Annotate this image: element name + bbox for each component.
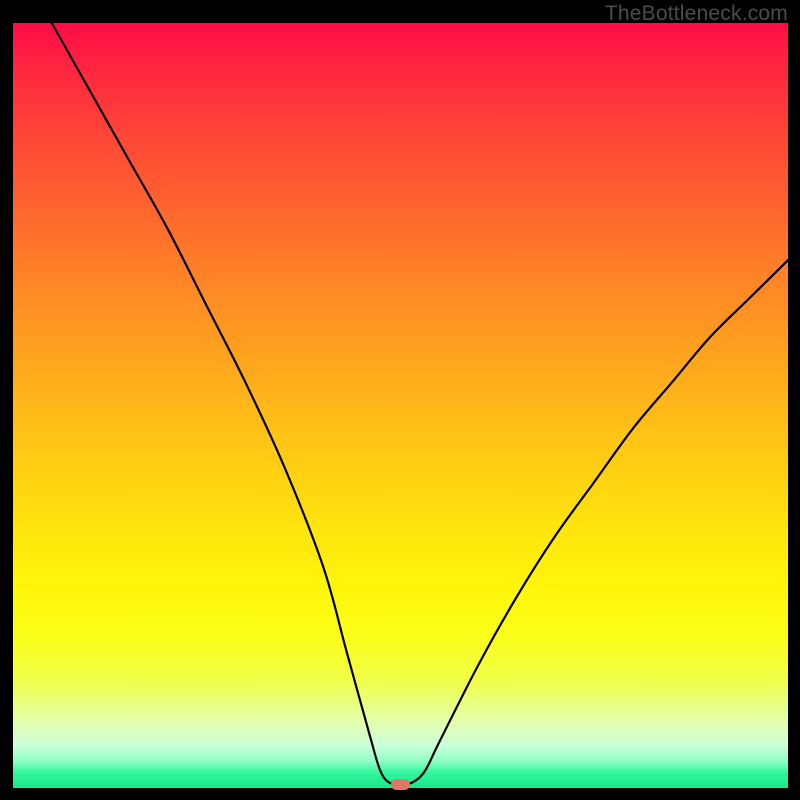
curve-path <box>52 23 788 786</box>
plot-area <box>13 23 788 788</box>
optimal-point-marker <box>391 779 410 790</box>
watermark-text: TheBottleneck.com <box>605 2 788 26</box>
bottleneck-curve <box>13 23 788 788</box>
chart-stage: TheBottleneck.com <box>0 0 800 800</box>
